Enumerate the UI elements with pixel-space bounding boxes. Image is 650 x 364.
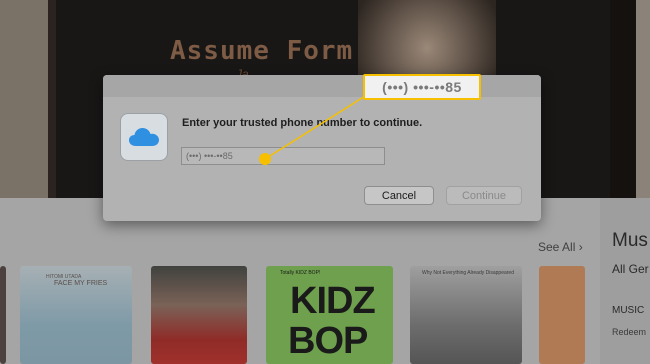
icloud-icon	[120, 113, 168, 161]
callout-zoom-box: (•••) •••-••85	[363, 74, 481, 100]
continue-button[interactable]: Continue	[446, 186, 522, 205]
music-quick-links-label: MUSIC	[612, 305, 645, 316]
chevron-right-icon: ›	[578, 240, 583, 254]
hero-left-thumbnail	[0, 0, 48, 198]
dialog-message: Enter your trusted phone number to conti…	[182, 117, 423, 129]
album-title: Why Not Everything Already Disappeared	[422, 270, 514, 276]
hero-right-thumbnail	[636, 0, 650, 198]
callout-dot	[259, 153, 271, 165]
see-all-label: See All	[538, 240, 576, 254]
side-panel	[600, 198, 650, 364]
all-genres-link[interactable]: All Ger	[612, 262, 649, 276]
cancel-button[interactable]: Cancel	[364, 186, 434, 205]
album-title-line2: BOP	[288, 320, 368, 362]
redeem-link[interactable]: Redeem	[612, 327, 646, 337]
album-title: FACE MY FRIES	[54, 280, 108, 287]
hero-left-edge	[48, 0, 56, 198]
side-heading: Mus	[612, 230, 648, 251]
cloud-glyph	[129, 128, 159, 146]
hero-title: Assume Form	[170, 36, 354, 66]
album-cover[interactable]	[151, 266, 247, 364]
album-tag: Totally KIDZ BOP!	[280, 270, 321, 276]
album-cover[interactable]	[0, 266, 6, 364]
phone-number-input[interactable]	[181, 147, 385, 165]
album-cover[interactable]: Totally KIDZ BOP! KIDZ BOP	[266, 266, 393, 364]
album-cover[interactable]: Why Not Everything Already Disappeared	[410, 266, 522, 364]
album-cover[interactable]: HITOMI UTADA FACE MY FRIES	[20, 266, 132, 364]
album-cover[interactable]	[539, 266, 585, 364]
see-all-link[interactable]: See All ›	[538, 240, 583, 254]
album-title-line1: KIDZ	[290, 280, 376, 322]
